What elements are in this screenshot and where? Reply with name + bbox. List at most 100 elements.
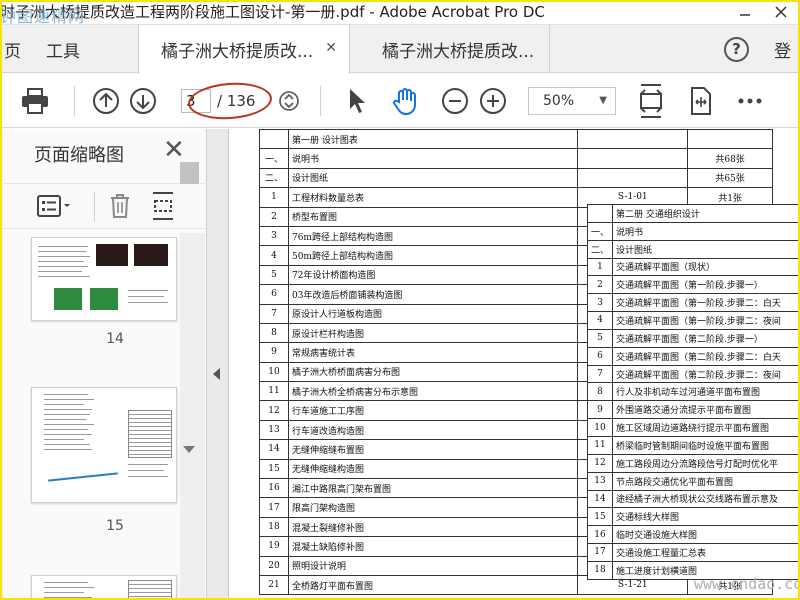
drawing-title: 原设计人行道板构造图 [287,303,579,324]
tab-home[interactable]: 页 [4,25,21,73]
drawing-title: 交通疏解平面图（第二阶段.步骤二：白天 [612,346,800,366]
table-row: 16 临时交通设施大样图 [586,525,800,545]
row-number [586,204,614,223]
drawing-title: 限高门架构造图 [287,497,579,518]
drawing-title: 设计图纸 [287,167,579,189]
fit-page-icon[interactable] [634,84,668,118]
page-stepper-icon[interactable] [272,84,306,118]
drawing-title: 施工区域周边道路绕行提示平面布置图 [612,418,800,437]
drawing-title: 72年设计桥面构造图 [287,264,579,286]
row-number: 3 [259,225,289,247]
sheet-count: 共65张 [687,167,773,189]
table-row: 1 交通疏解平面图（现状） [586,257,800,277]
drawing-title: 交通设施工程量汇总表 [612,543,800,562]
tab-document-label-2: 橘子洲大桥提质改... [382,41,535,62]
window-titlebar: 时子洲大桥提质改造工程两阶段施工图设计-第一册.pdf - Adobe Acro… [0,0,800,26]
row-number: 9 [586,400,614,420]
minimize-button[interactable] [732,2,758,22]
document-view[interactable]: 第一册 设计图表 一、 说明书 共68张 二、 设计图纸 共65张 1 工程材料数量总表 S-1-… [224,129,800,600]
drawing-title: 交通疏解平面图（现状） [612,257,800,277]
sign-in-button[interactable]: 登 [774,25,791,73]
arrow-up-circle-icon[interactable] [89,84,123,118]
close-window-button[interactable] [768,2,794,22]
drawing-title: 说明书 [612,221,800,241]
drawing-title: 全桥路灯平面布置图 [287,574,579,596]
row-number: 2 [586,275,614,295]
drawing-title: 混凝土裂缝修补图 [287,516,579,538]
row-number: 12 [259,400,289,421]
drawing-title: 原设计栏杆构造图 [287,322,579,344]
page-thumbnail-15[interactable] [31,387,177,503]
drawing-title: 交通疏解平面图（第一阶段.步骤二：夜间 [612,311,800,330]
drawing-title: 交通标线大样图 [612,507,800,527]
row-number: 19 [259,536,289,557]
drawing-title: 橘子洲大桥全桥病害分布示意图 [287,381,579,402]
row-number: 15 [586,507,614,527]
page-thumbnail-14[interactable] [31,237,177,321]
page-thumbnail-next[interactable] [31,575,177,600]
drawing-title: 76m跨径上部结构构造图 [287,225,579,247]
extract-pages-icon[interactable] [151,192,175,220]
drawing-title: 桥梁临时管制期间临时设施平面布置图 [612,435,800,455]
tab-tools[interactable]: 工具 [46,25,80,73]
hand-icon[interactable] [389,84,423,118]
row-number: 5 [259,264,289,286]
table-row: 5 交通疏解平面图（第二阶段.步骤一） [586,328,800,348]
table-row: 10 施工区域周边道路绕行提示平面布置图 [586,418,800,437]
row-number: 10 [259,361,289,383]
drawing-title: 工程材料数量总表 [287,187,579,208]
arrow-down-circle-icon[interactable] [126,84,160,118]
scrollbar-thumb[interactable] [180,162,199,184]
table-row: 一、 说明书 共68张 [259,148,773,169]
rotate-view-icon[interactable] [683,84,717,118]
scroll-down-arrow[interactable] [183,446,195,453]
row-number: 一、 [586,221,614,241]
close-tab-icon[interactable]: ✕ [325,40,337,56]
trash-icon[interactable] [109,192,131,220]
table-row: 6 交通疏解平面图（第二阶段.步骤二：白天 [586,346,800,366]
zoom-level-value: 50% [543,93,575,109]
row-number: 16 [259,478,289,499]
row-number: 14 [586,489,614,509]
help-button[interactable]: ? [724,37,749,62]
row-number: 二、 [259,167,289,189]
drawing-code [577,148,689,169]
drawing-title: 外围道路交通分流提示平面布置图 [612,400,800,420]
row-number: 11 [586,435,614,455]
drawing-title: 交通疏解平面图（第二阶段.步骤二：夜间 [612,364,800,384]
tab-document-second[interactable]: 橘子洲大桥提质改... [350,25,550,73]
window-controls [732,0,794,24]
thumbnail-toolbar [3,183,207,229]
row-number: 8 [259,322,289,344]
row-number: 9 [259,342,289,363]
toolbar-separator [74,86,75,116]
main-toolbar: 3 / 136 50% ▼ [0,74,800,128]
row-number: 1 [586,257,614,277]
chevron-down-icon: ▼ [599,95,607,106]
collapse-panel-icon[interactable] [213,368,220,380]
cursor-arrow-icon[interactable] [340,84,374,118]
thumbnail-options-icon[interactable] [37,192,73,220]
drawing-title: 无缝伸缩缝构造图 [287,458,579,480]
print-icon[interactable] [18,84,52,118]
row-number: 17 [259,497,289,518]
row-number: 18 [259,516,289,538]
table-row: 8 行人及非机动车过河通道平面布置图 [586,382,800,402]
row-number: 20 [259,555,289,576]
thumbnail-scrollbar[interactable] [180,233,205,600]
table-row: 11 桥梁临时管制期间临时设施平面布置图 [586,435,800,455]
close-panel-icon[interactable]: ✕ [163,137,185,163]
thumbnail-label: 15 [106,518,124,534]
drawing-title: 常规病害统计表 [287,342,579,363]
zoom-level-select[interactable]: 50% ▼ [528,87,616,115]
row-number: 3 [586,293,614,313]
zoom-in-icon[interactable] [476,84,510,118]
row-number: 21 [259,574,289,596]
zoom-out-icon[interactable] [438,84,472,118]
tab-document-active[interactable]: 橘子洲大桥提质改... ✕ [138,25,350,74]
row-number: 6 [586,346,614,366]
panel-divider [207,129,224,600]
row-number: 14 [259,439,289,460]
drawing-title: 行人及非机动车过河通道平面布置图 [612,382,800,402]
more-icon[interactable] [733,84,767,118]
